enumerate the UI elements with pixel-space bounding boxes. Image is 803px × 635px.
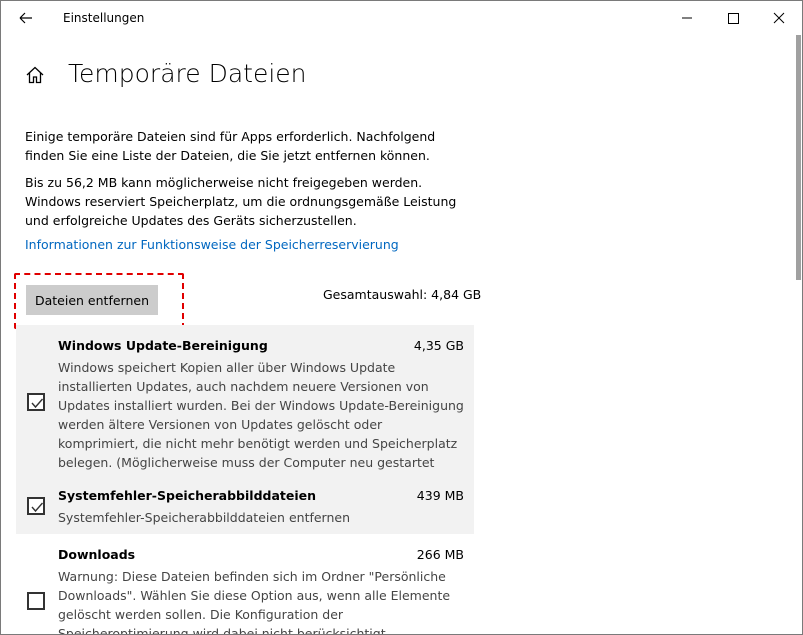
page-title: Temporäre Dateien [68, 59, 307, 88]
item-size: 4,35 GB [413, 338, 464, 353]
remove-files-button[interactable]: Dateien entfernen [26, 285, 158, 315]
close-icon [773, 12, 785, 24]
storage-reserve-link[interactable]: Informationen zur Funktionsweise der Spe… [25, 237, 399, 252]
item-checkbox[interactable] [27, 592, 45, 610]
title-bar: Einstellungen [1, 1, 802, 35]
total-selection: Gesamtauswahl: 4,84 GB [323, 287, 482, 302]
close-button[interactable] [756, 1, 802, 35]
item-size: 439 MB [416, 488, 464, 503]
temp-files-list: Windows Update-Bereinigung 4,35 GB Windo… [16, 325, 474, 634]
item-size: 266 MB [416, 547, 464, 562]
item-checkbox[interactable] [27, 393, 45, 411]
list-item[interactable]: Downloads 266 MB Warnung: Diese Dateien … [16, 534, 474, 634]
scrollbar[interactable] [796, 35, 801, 280]
arrow-left-icon [19, 12, 32, 24]
reserve-info-text: Bis zu 56,2 MB kann möglicherweise nicht… [25, 175, 457, 228]
maximize-icon [728, 13, 739, 24]
minimize-button[interactable] [664, 1, 710, 35]
minimize-icon [682, 17, 692, 19]
intro-text: Einige temporäre Dateien sind für Apps e… [25, 129, 436, 163]
item-description: Windows speichert Kopien aller über Wind… [58, 360, 464, 489]
item-description: Warnung: Diese Dateien befinden sich im … [58, 569, 451, 635]
item-description: Systemfehler-Speicherabbilddateien entfe… [58, 510, 351, 525]
window-title: Einstellungen [63, 11, 145, 25]
checkmark-icon [31, 398, 44, 409]
list-item[interactable]: Systemfehler-Speicherabbilddateien 439 M… [16, 475, 474, 534]
item-name: Downloads [58, 547, 136, 562]
home-button[interactable] [25, 65, 45, 85]
item-checkbox[interactable] [27, 497, 45, 515]
item-name: Systemfehler-Speicherabbilddateien [58, 488, 317, 503]
maximize-button[interactable] [710, 1, 756, 35]
settings-window: Einstellungen Temporäre Dateien Einige t… [0, 0, 803, 635]
item-name: Windows Update-Bereinigung [58, 338, 268, 353]
back-button[interactable] [13, 7, 37, 29]
list-item[interactable]: Windows Update-Bereinigung 4,35 GB Windo… [16, 325, 474, 489]
home-icon [26, 66, 44, 84]
checkmark-icon [31, 502, 44, 513]
